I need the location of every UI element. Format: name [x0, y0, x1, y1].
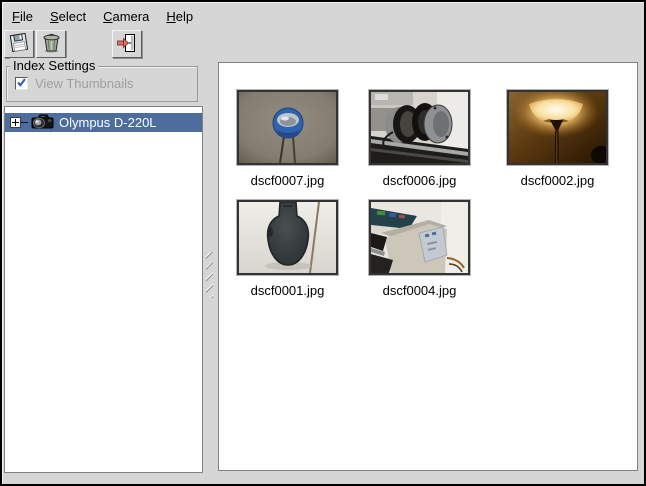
thumbnail-image-dscf0002[interactable] [507, 90, 608, 165]
thumbnail-image-dscf0001[interactable] [237, 200, 338, 275]
thumbnail-image-dscf0004[interactable] [369, 200, 470, 275]
checkmark-icon [16, 76, 27, 91]
thumbnail-filename[interactable]: dscf0007.jpg [217, 173, 358, 188]
camera-tree[interactable]: Olympus D-220L [4, 106, 203, 473]
menubar: File Select Camera Help [10, 5, 640, 27]
menu-file[interactable]: File [10, 6, 35, 27]
gtkam-window: File Select Camera Help [0, 0, 646, 486]
thumbnail-filename[interactable]: dscf0001.jpg [217, 283, 358, 298]
thumbnail-image-dscf0007[interactable] [237, 90, 338, 165]
save-button[interactable] [4, 30, 34, 58]
tree-item-label: Olympus D-220L [59, 115, 157, 130]
thumbnail-panel: dscf0007.jpg [218, 62, 638, 471]
exit-button[interactable] [112, 30, 142, 58]
view-thumbnails-checkbox[interactable] [15, 77, 28, 90]
tree-item-olympus[interactable]: Olympus D-220L [5, 113, 202, 132]
thumbnail-filename[interactable]: dscf0002.jpg [487, 173, 628, 188]
trash-icon [40, 32, 62, 57]
view-thumbnails-label: View Thumbnails [35, 76, 134, 91]
expander-plus-icon[interactable] [10, 117, 21, 128]
menu-camera[interactable]: Camera [101, 6, 151, 27]
menu-select[interactable]: Select [48, 6, 88, 27]
floppy-disk-icon [8, 32, 30, 57]
menu-help[interactable]: Help [164, 6, 195, 27]
delete-button[interactable] [36, 30, 66, 58]
camera-icon [29, 113, 55, 133]
pane-splitter-grip[interactable] [206, 252, 213, 298]
thumbnail-filename[interactable]: dscf0004.jpg [349, 283, 490, 298]
frame-title: Index Settings [10, 58, 98, 73]
index-settings-frame: Index Settings View Thumbnails [6, 66, 198, 102]
thumbnail-filename[interactable]: dscf0006.jpg [349, 173, 490, 188]
thumbnail-image-dscf0006[interactable] [369, 90, 470, 165]
exit-door-icon [116, 32, 138, 57]
view-thumbnails-option[interactable]: View Thumbnails [15, 76, 134, 91]
tree-branch-line [21, 122, 28, 123]
